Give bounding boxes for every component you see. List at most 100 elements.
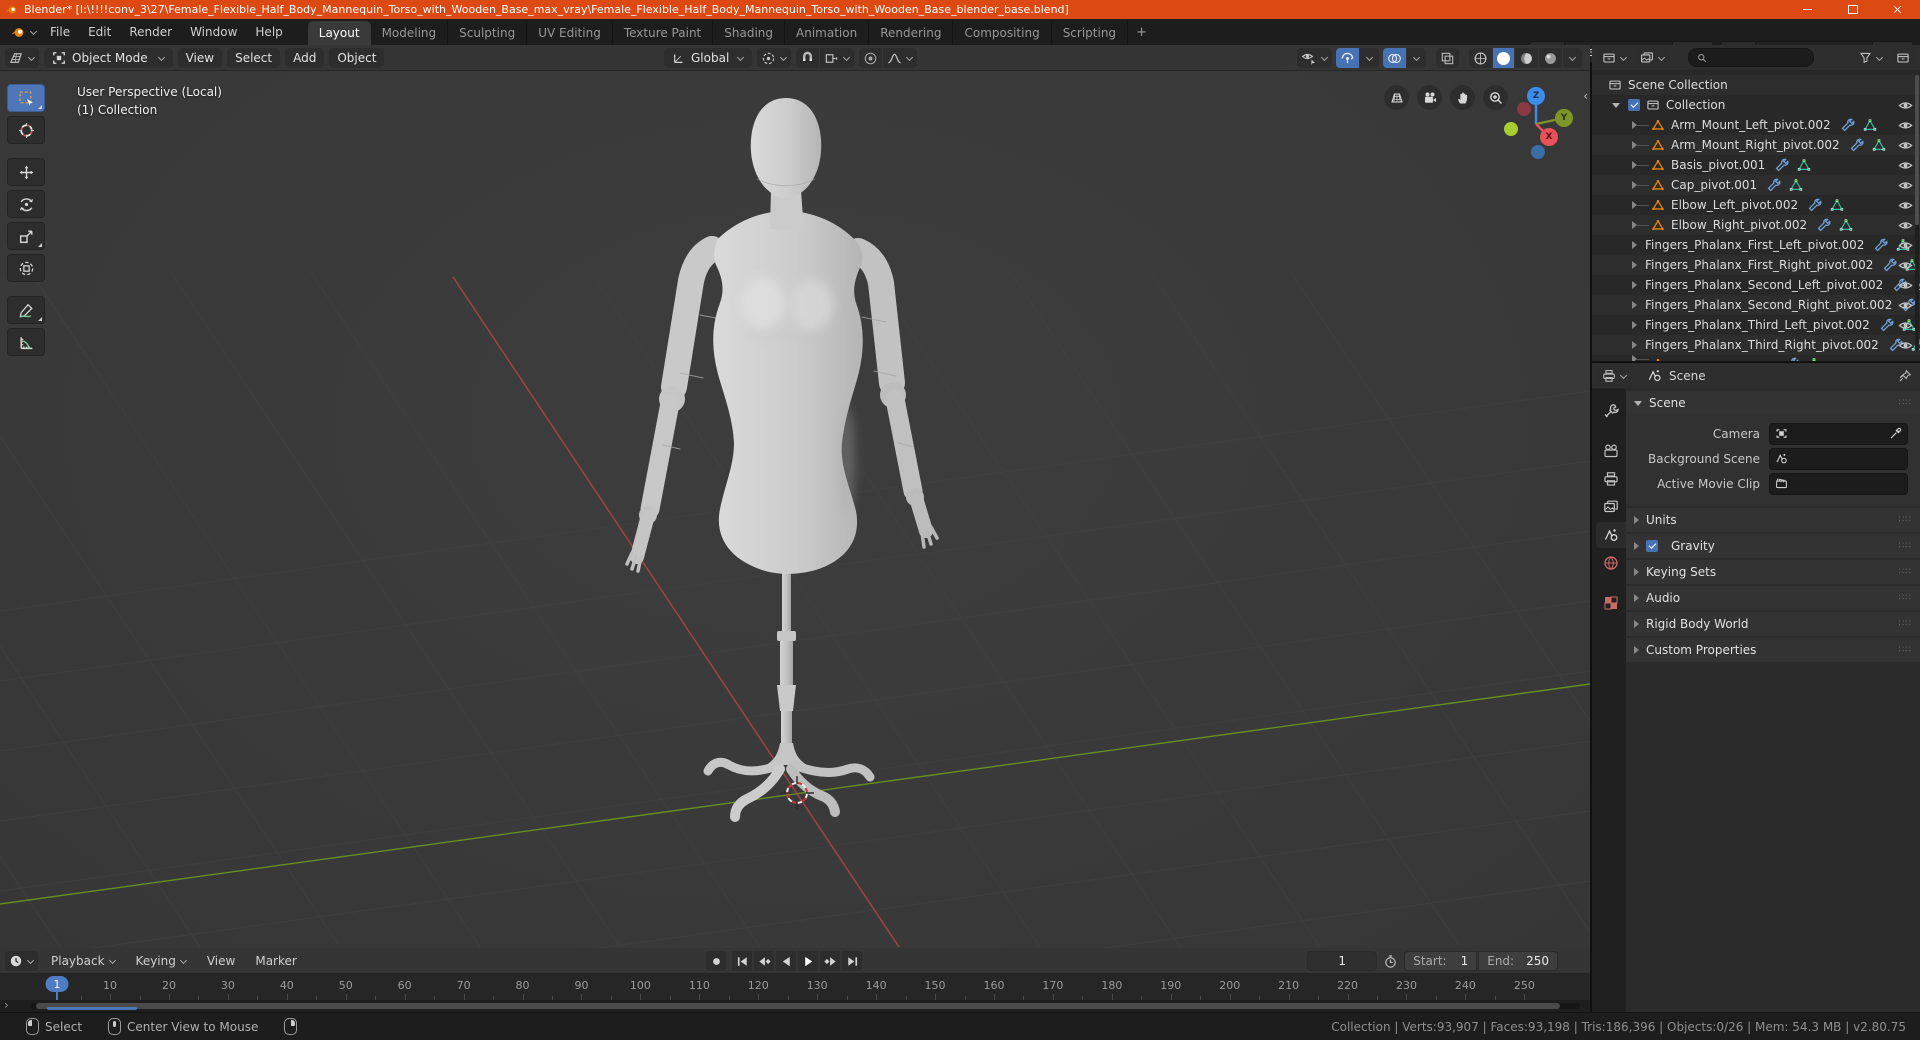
tool-transform[interactable]	[7, 254, 45, 282]
editor-type-button[interactable]	[1598, 365, 1631, 386]
tool-move[interactable]	[7, 158, 45, 186]
panel-header[interactable]: Custom Properties ∷∷	[1626, 638, 1920, 662]
tool-measure[interactable]	[7, 328, 45, 356]
hide-toggle[interactable]	[1898, 118, 1913, 133]
hide-toggle[interactable]	[1898, 258, 1913, 273]
tab-render[interactable]	[1596, 438, 1626, 464]
timeline-menu-item[interactable]: Playback	[42, 950, 125, 972]
workspace-tab[interactable]: Shading	[713, 21, 785, 45]
workspace-tab[interactable]: Sculpting	[448, 21, 528, 45]
outliner-scrollbar[interactable]	[1915, 75, 1919, 351]
xray-toggle[interactable]	[1436, 48, 1459, 68]
workspace-tab[interactable]: UV Editing	[527, 21, 613, 45]
drag-handle-icon[interactable]: ∷∷	[1899, 593, 1912, 603]
gizmo-axis-y[interactable]: Y	[1555, 109, 1573, 127]
record-button[interactable]	[706, 951, 726, 971]
mode-selector[interactable]: Object Mode	[44, 48, 173, 68]
pan-view-button[interactable]	[1450, 85, 1475, 110]
tool-rotate[interactable]	[7, 190, 45, 218]
expand-icon[interactable]	[1632, 341, 1637, 349]
scene-collection-row[interactable]: Scene Collection	[1592, 75, 1920, 95]
timeline-menu-item[interactable]: Marker	[246, 950, 305, 972]
tool-cursor[interactable]	[7, 116, 45, 144]
workspace-tab[interactable]: Modeling	[371, 21, 449, 45]
current-frame-indicator[interactable]: 1	[45, 976, 69, 992]
menu-item[interactable]: File	[41, 21, 79, 43]
workspace-tab[interactable]: Compositing	[953, 21, 1052, 45]
object-row[interactable]: Fingers_Phalanx_First_Left_pivot.002	[1592, 235, 1920, 255]
expand-icon[interactable]	[1632, 321, 1637, 329]
add-workspace-button[interactable]: +	[1128, 21, 1155, 44]
filter-button[interactable]	[1855, 47, 1887, 68]
drag-handle-icon[interactable]: ∷∷	[1899, 398, 1912, 408]
workspace-tab[interactable]: Scripting	[1052, 21, 1129, 45]
workspace-tab[interactable]: Layout	[307, 21, 371, 45]
editor-type-button[interactable]	[5, 48, 39, 68]
snap-toggle[interactable]	[796, 48, 820, 68]
viewport-menu-item[interactable]: View	[177, 48, 223, 68]
collection-row[interactable]: Collection	[1592, 95, 1920, 115]
workspace-tab[interactable]: Rendering	[869, 21, 954, 45]
object-row[interactable]: Fingers_Phalanx_Second_Left_pivot.002	[1592, 275, 1920, 295]
transform-orientation-selector[interactable]: Global	[664, 48, 753, 68]
expand-icon[interactable]	[1632, 281, 1637, 289]
gizmo-axis-z-neg[interactable]	[1531, 145, 1545, 159]
panel-header[interactable]: Gravity ∷∷	[1626, 534, 1920, 558]
hide-toggle[interactable]	[1898, 318, 1913, 333]
object-row[interactable]: Fingers_Phalanx_Third_Right_pivot.002	[1592, 335, 1920, 355]
drag-handle-icon[interactable]: ∷∷	[1899, 541, 1912, 551]
close-button[interactable]	[1875, 0, 1920, 19]
timeline-ruler[interactable]: 10 20 30 40 50 60 70 80 90 100 110 120 130 140 150 160 1…	[0, 974, 1590, 1000]
object-row[interactable]: Fingers_Phalanx_Second_Right_pivot.002	[1592, 295, 1920, 315]
play-reverse-button[interactable]	[776, 951, 796, 971]
blender-menu-button[interactable]	[6, 22, 41, 42]
proportional-falloff-selector[interactable]	[883, 48, 918, 68]
tool-scale[interactable]	[7, 222, 45, 250]
next-keyframe-button[interactable]	[820, 951, 840, 971]
object-row[interactable]: Fingers_Phalanx_Third_Left_pivot.002	[1592, 315, 1920, 335]
viewport-menu-item[interactable]: Add	[285, 48, 325, 68]
object-row[interactable]: Basis_pivot.001	[1592, 155, 1920, 175]
shading-solid-button[interactable]	[1493, 48, 1514, 68]
tab-world[interactable]	[1596, 550, 1626, 576]
hide-toggle[interactable]	[1898, 98, 1913, 113]
panel-header[interactable]: Audio ∷∷	[1626, 586, 1920, 610]
snap-settings[interactable]	[820, 48, 855, 68]
menu-item[interactable]: Edit	[79, 21, 120, 43]
minimize-button[interactable]	[1785, 0, 1830, 19]
drag-handle-icon[interactable]: ∷∷	[1899, 619, 1912, 629]
overlays-settings[interactable]	[1407, 48, 1426, 68]
shading-rendered-button[interactable]	[1539, 48, 1562, 68]
workspace-tab[interactable]: Animation	[785, 21, 870, 45]
camera-view-button[interactable]	[1417, 85, 1442, 110]
gizmo-axis-z[interactable]: Z	[1527, 87, 1545, 105]
viewport-menu-item[interactable]: Object	[329, 48, 385, 68]
panel-header[interactable]: Units ∷∷	[1626, 508, 1920, 532]
pivot-point-selector[interactable]	[757, 48, 792, 68]
panel-header[interactable]: Rigid Body World ∷∷	[1626, 612, 1920, 636]
pin-button[interactable]	[1898, 369, 1912, 383]
workspace-tab[interactable]: Texture Paint	[613, 21, 714, 45]
menu-item[interactable]: Window	[181, 21, 246, 43]
navigation-gizmo[interactable]: Z Y X	[1500, 71, 1573, 163]
tab-view-layer[interactable]	[1596, 494, 1626, 520]
playhead-line[interactable]	[56, 992, 58, 1000]
shading-settings[interactable]	[1563, 48, 1582, 68]
object-row[interactable]: Fingers_Phalanx_First_Right_pivot.002	[1592, 255, 1920, 275]
active-movie-clip-field[interactable]	[1769, 472, 1908, 495]
show-overlays-toggle[interactable]	[1383, 48, 1406, 68]
menu-item[interactable]: Help	[246, 21, 291, 43]
panel-header[interactable]: Keying Sets ∷∷	[1626, 560, 1920, 584]
object-row[interactable]: Arm_Mount_Right_pivot.002	[1592, 135, 1920, 155]
eyedropper-icon[interactable]	[1889, 427, 1902, 440]
frame-end-field[interactable]: End: 250	[1478, 951, 1558, 971]
outliner-search-input[interactable]	[1688, 48, 1814, 67]
hide-toggle[interactable]	[1898, 298, 1913, 313]
shading-material-button[interactable]	[1515, 48, 1538, 68]
maximize-button[interactable]	[1830, 0, 1875, 19]
mannequin-object[interactable]	[625, 98, 939, 822]
play-button[interactable]	[798, 951, 818, 971]
sidebar-toggle-arrow[interactable]: ‹	[1583, 89, 1588, 103]
tab-output[interactable]	[1596, 466, 1626, 492]
scrollbar-handle[interactable]	[36, 1003, 1560, 1009]
